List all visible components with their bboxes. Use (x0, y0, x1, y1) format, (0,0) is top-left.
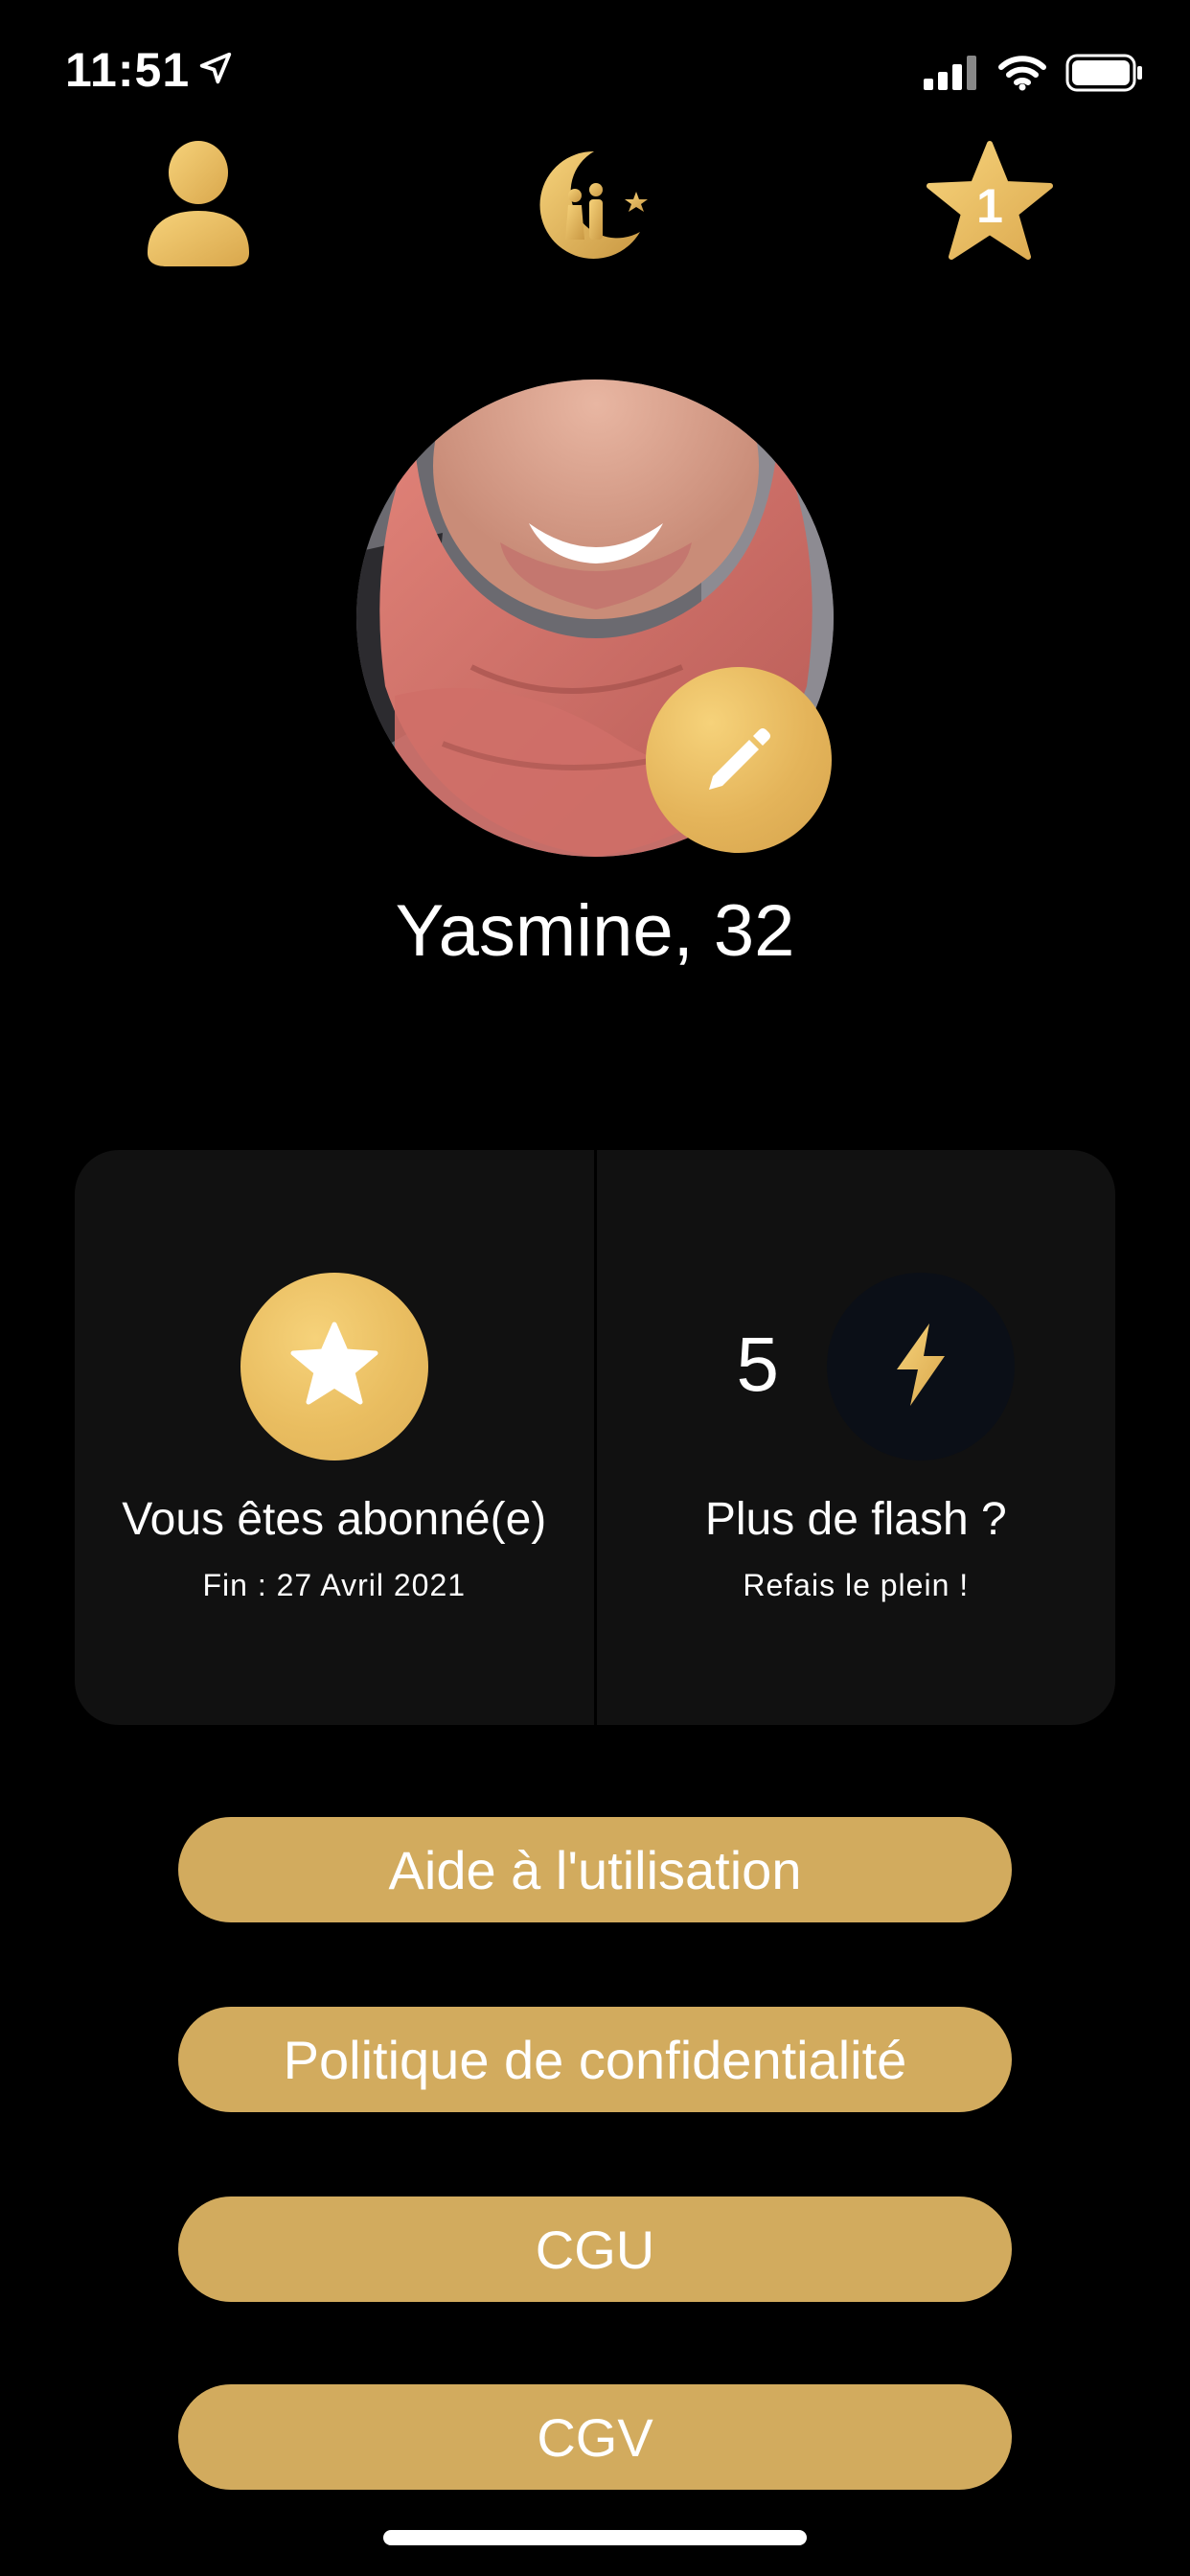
favorites-button[interactable]: 1 (924, 140, 1056, 270)
flash-title: Plus de flash ? (704, 1494, 1007, 1545)
cgv-button[interactable]: CGV (178, 2384, 1012, 2490)
status-time-text: 11:51 (65, 43, 191, 97)
user-icon (142, 141, 255, 272)
status-indicators (924, 54, 1144, 97)
flash-count: 5 (736, 1322, 780, 1407)
account-cards: Vous êtes abonné(e) Fin : 27 Avril 2021 … (75, 1150, 1115, 1725)
privacy-policy-button[interactable]: Politique de confidentialité (178, 2007, 1012, 2112)
subscription-end-date: Fin : 27 Avril 2021 (202, 1568, 467, 1602)
cgu-button[interactable]: CGU (178, 2196, 1012, 2302)
profile-nav-button[interactable] (142, 140, 255, 273)
flash-badge (826, 1273, 1015, 1460)
location-arrow-icon (197, 42, 234, 98)
flash-subtitle: Refais le plein ! (743, 1568, 970, 1602)
edit-profile-button[interactable] (646, 667, 832, 853)
wifi-icon (998, 55, 1046, 96)
subscription-title: Vous êtes abonné(e) (122, 1494, 547, 1545)
crescent-couple-logo-icon (537, 150, 655, 264)
status-time: 11:51 (65, 42, 234, 98)
star-icon (288, 1321, 380, 1414)
pencil-icon (701, 721, 776, 800)
flash-card[interactable]: 5 Plus de flash ? Refais le plein ! (593, 1150, 1116, 1725)
battery-icon (1065, 54, 1144, 97)
lightning-icon (887, 1322, 954, 1413)
help-button[interactable]: Aide à l'utilisation (178, 1817, 1012, 1922)
profile-name-age: Yasmine, 32 (395, 890, 795, 972)
home-indicator[interactable] (383, 2530, 807, 2545)
cellular-signal-icon (924, 56, 979, 95)
subscription-card[interactable]: Vous êtes abonné(e) Fin : 27 Avril 2021 (75, 1150, 594, 1725)
app-logo[interactable] (537, 148, 655, 265)
subscription-badge (240, 1273, 428, 1460)
favorites-count-badge: 1 (976, 179, 1003, 233)
